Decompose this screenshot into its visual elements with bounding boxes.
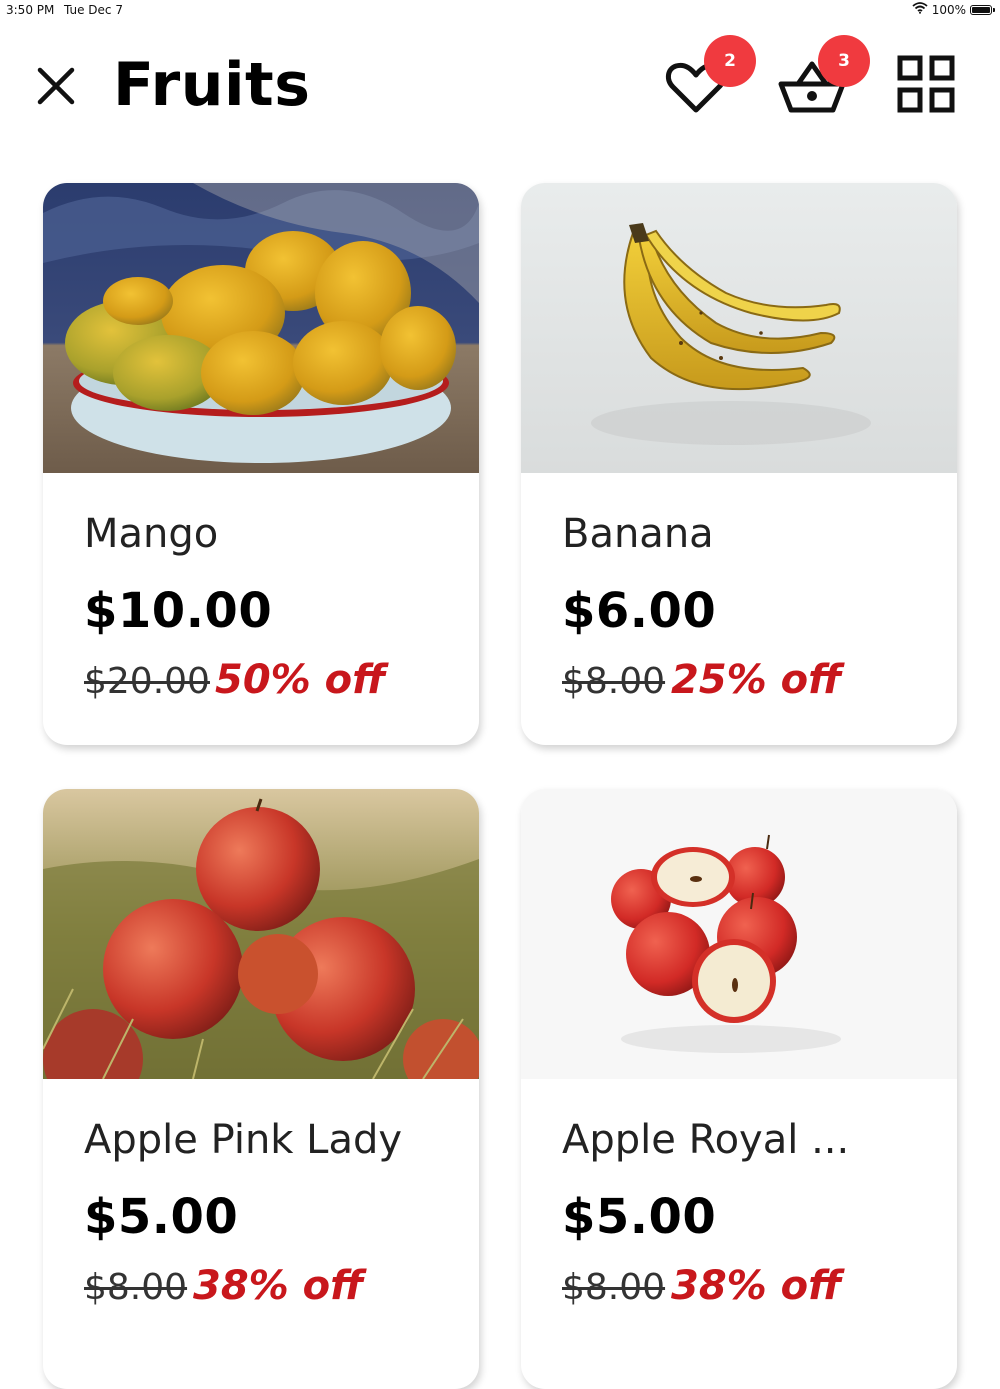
product-name: Apple Pink Lady <box>84 1117 403 1163</box>
product-name: Apple Royal ... <box>562 1117 850 1163</box>
product-grid: Mango $10.00 $20.00 50% off Banana $6.00… <box>0 0 1000 1389</box>
product-name: Mango <box>84 511 219 557</box>
product-discount: 38% off <box>193 1263 364 1309</box>
product-discount: 50% off <box>215 657 386 703</box>
apples-on-grass-image <box>43 789 479 1079</box>
product-card[interactable]: Mango $10.00 $20.00 50% off <box>43 183 479 745</box>
mangoes-in-bowl-image <box>43 183 479 473</box>
apples-halved-image <box>521 789 957 1079</box>
banana-bunch-image <box>521 183 957 473</box>
product-original-price: $8.00 <box>84 1267 188 1308</box>
product-card[interactable]: Banana $6.00 $8.00 25% off <box>521 183 957 745</box>
product-price: $5.00 <box>84 1189 239 1245</box>
product-original-price: $8.00 <box>562 1267 666 1308</box>
product-original-price: $8.00 <box>562 661 666 702</box>
product-discount: 25% off <box>671 657 842 703</box>
product-price: $6.00 <box>562 583 717 639</box>
product-discount: 38% off <box>671 1263 842 1309</box>
product-price: $10.00 <box>84 583 273 639</box>
product-original-price: $20.00 <box>84 661 210 702</box>
product-card[interactable]: Apple Royal ... $5.00 $8.00 38% off <box>521 789 957 1389</box>
product-card[interactable]: Apple Pink Lady $5.00 $8.00 38% off <box>43 789 479 1389</box>
product-price: $5.00 <box>562 1189 717 1245</box>
product-name: Banana <box>562 511 714 557</box>
